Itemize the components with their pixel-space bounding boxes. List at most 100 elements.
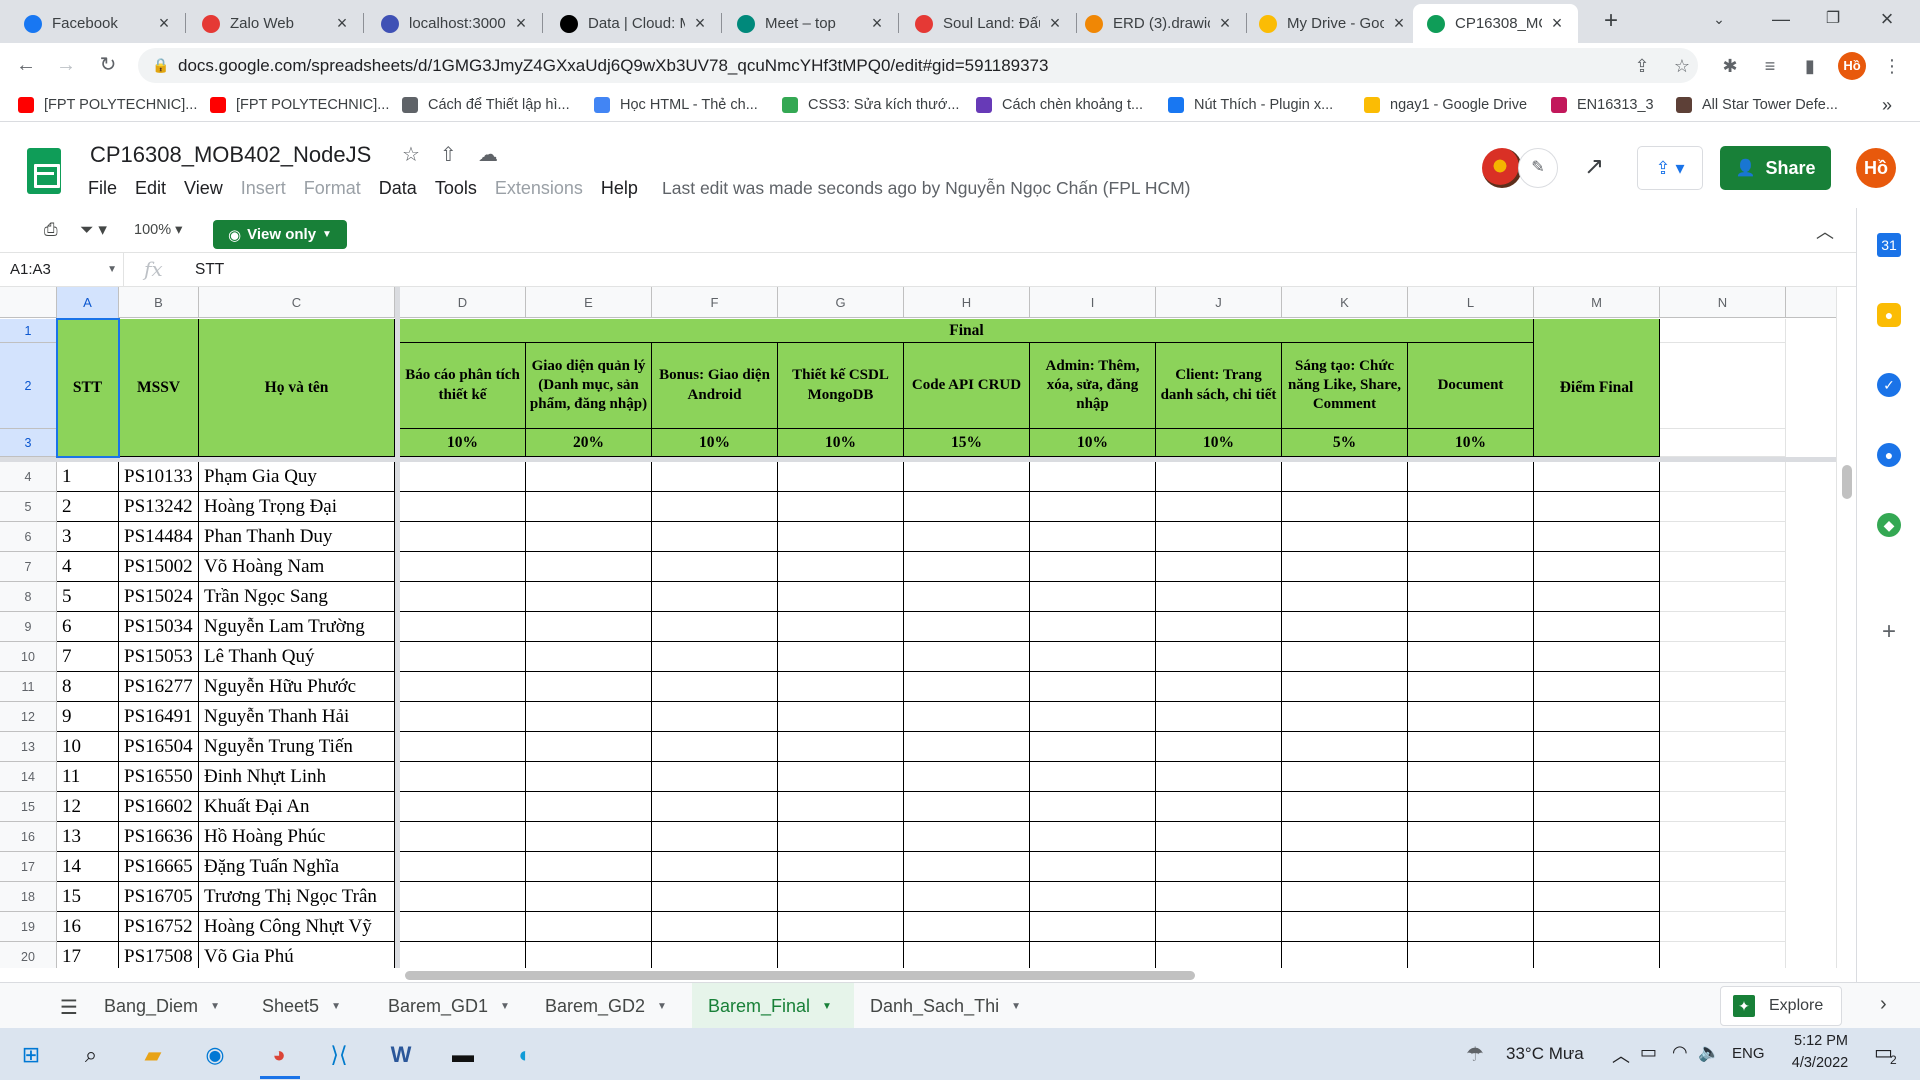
score-cell[interactable]: [1408, 522, 1534, 552]
score-cell[interactable]: [1282, 732, 1408, 762]
score-cell[interactable]: [1030, 522, 1156, 552]
score-cell[interactable]: [526, 702, 652, 732]
score-cell[interactable]: [1408, 702, 1534, 732]
header-criterion[interactable]: Thiết kế CSDL MongoDB: [778, 343, 904, 429]
close-icon[interactable]: ×: [1216, 13, 1234, 34]
sheet-tab[interactable]: Barem_GD2 ▼: [529, 983, 692, 1029]
score-cell[interactable]: [1534, 882, 1660, 912]
row-header[interactable]: 6: [0, 522, 57, 552]
maximize-icon[interactable]: ❐: [1808, 0, 1858, 40]
student-mssv-cell[interactable]: PS16277: [119, 672, 199, 702]
user-avatar[interactable]: Hồ: [1856, 148, 1896, 188]
bookmark-item[interactable]: Học HTML - Thẻ ch...: [594, 94, 758, 116]
browser-tab[interactable]: Soul Land: Đấu ×: [901, 4, 1076, 43]
column-header-d[interactable]: D: [400, 287, 526, 318]
document-title[interactable]: CP16308_MOB402_NodeJS: [90, 142, 371, 168]
score-cell[interactable]: [904, 642, 1030, 672]
empty-cell[interactable]: [1660, 522, 1786, 552]
column-header-i[interactable]: I: [1030, 287, 1156, 318]
chevron-down-icon[interactable]: ▼: [500, 1001, 510, 1012]
formula-input[interactable]: STT: [195, 253, 224, 287]
browser-tab[interactable]: Data | Cloud: M ×: [546, 4, 721, 43]
header-weight[interactable]: 15%: [904, 429, 1030, 457]
browser-menu-icon[interactable]: ⋮: [1880, 54, 1904, 78]
score-cell[interactable]: [400, 612, 526, 642]
student-stt-cell[interactable]: 17: [57, 942, 119, 968]
column-header-c[interactable]: C: [199, 287, 395, 318]
bookmark-item[interactable]: [FPT POLYTECHNIC]...: [210, 94, 389, 116]
browser-tab[interactable]: localhost:3000 ×: [367, 4, 542, 43]
score-cell[interactable]: [1156, 552, 1282, 582]
score-cell[interactable]: [904, 882, 1030, 912]
score-cell[interactable]: [1030, 942, 1156, 968]
row-header[interactable]: 19: [0, 912, 57, 942]
header-ho-ten[interactable]: Họ và tên: [199, 319, 395, 457]
student-mssv-cell[interactable]: PS16705: [119, 882, 199, 912]
student-name-cell[interactable]: Đinh Nhựt Linh: [199, 762, 395, 792]
score-cell[interactable]: [1282, 462, 1408, 492]
collaborator-avatar[interactable]: [1482, 148, 1522, 188]
student-name-cell[interactable]: Trương Thị Ngọc Trân: [199, 882, 395, 912]
close-icon[interactable]: ×: [155, 13, 173, 34]
score-cell[interactable]: [778, 552, 904, 582]
student-mssv-cell[interactable]: PS14484: [119, 522, 199, 552]
score-cell[interactable]: [400, 792, 526, 822]
zalo-app-icon[interactable]: ◉: [198, 1038, 232, 1072]
empty-cell[interactable]: [1660, 912, 1786, 942]
empty-cell[interactable]: [1660, 762, 1786, 792]
score-cell[interactable]: [1534, 612, 1660, 642]
score-cell[interactable]: [904, 522, 1030, 552]
row-header[interactable]: 11: [0, 672, 57, 702]
bookmark-star-icon[interactable]: ☆: [1670, 54, 1694, 78]
student-name-cell[interactable]: Võ Hoàng Nam: [199, 552, 395, 582]
column-header-b[interactable]: B: [119, 287, 199, 318]
score-cell[interactable]: [1534, 492, 1660, 522]
score-cell[interactable]: [652, 642, 778, 672]
score-cell[interactable]: [1282, 582, 1408, 612]
score-cell[interactable]: [1156, 642, 1282, 672]
share-page-icon[interactable]: ⇪: [1630, 54, 1654, 78]
student-mssv-cell[interactable]: PS16491: [119, 702, 199, 732]
filter-icon[interactable]: ⏷ ▾: [80, 220, 107, 240]
score-cell[interactable]: [526, 612, 652, 642]
empty-cell[interactable]: [1660, 792, 1786, 822]
empty-cell[interactable]: [1660, 702, 1786, 732]
browser-tab[interactable]: ERD (3).drawio ×: [1071, 4, 1246, 43]
score-cell[interactable]: [400, 822, 526, 852]
close-icon[interactable]: ×: [868, 13, 886, 34]
score-cell[interactable]: [526, 582, 652, 612]
column-header-h[interactable]: H: [904, 287, 1030, 318]
score-cell[interactable]: [652, 882, 778, 912]
score-cell[interactable]: [1282, 642, 1408, 672]
student-mssv-cell[interactable]: PS15034: [119, 612, 199, 642]
score-cell[interactable]: [400, 492, 526, 522]
score-cell[interactable]: [778, 822, 904, 852]
calendar-icon[interactable]: 31: [1877, 233, 1901, 257]
student-name-cell[interactable]: Trần Ngọc Sang: [199, 582, 395, 612]
bookmark-item[interactable]: [FPT POLYTECHNIC]...: [18, 94, 197, 116]
score-cell[interactable]: [400, 582, 526, 612]
file-explorer-icon[interactable]: ▰: [136, 1038, 170, 1072]
view-only-button[interactable]: ◉ View only ▼: [213, 220, 347, 249]
score-cell[interactable]: [1408, 672, 1534, 702]
empty-cell[interactable]: [1660, 882, 1786, 912]
score-cell[interactable]: [400, 882, 526, 912]
score-cell[interactable]: [1534, 552, 1660, 582]
row-header[interactable]: 1: [0, 319, 57, 343]
header-criterion[interactable]: Admin: Thêm, xóa, sửa, đăng nhập: [1030, 343, 1156, 429]
reload-icon[interactable]: ↻: [94, 51, 122, 79]
score-cell[interactable]: [1282, 882, 1408, 912]
column-header-e[interactable]: E: [526, 287, 652, 318]
score-cell[interactable]: [1282, 672, 1408, 702]
score-cell[interactable]: [652, 852, 778, 882]
empty-cell[interactable]: [1660, 552, 1786, 582]
student-stt-cell[interactable]: 14: [57, 852, 119, 882]
last-edit-status[interactable]: Last edit was made seconds ago by Nguyễn…: [662, 178, 1191, 199]
student-stt-cell[interactable]: 3: [57, 522, 119, 552]
chevron-right-icon[interactable]: ›: [1880, 993, 1887, 1016]
score-cell[interactable]: [400, 552, 526, 582]
score-cell[interactable]: [1408, 582, 1534, 612]
score-cell[interactable]: [1282, 702, 1408, 732]
row-header[interactable]: 8: [0, 582, 57, 612]
score-cell[interactable]: [1030, 732, 1156, 762]
